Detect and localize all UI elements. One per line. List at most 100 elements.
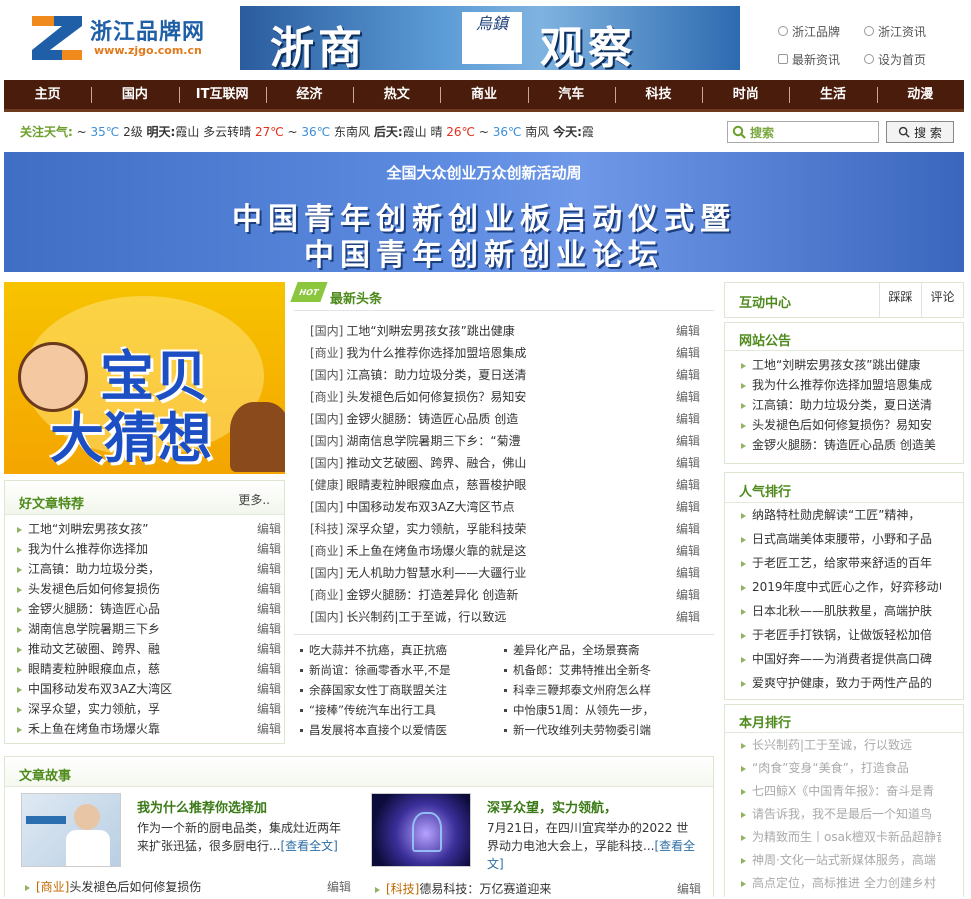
edit-link[interactable]: 编辑 xyxy=(676,320,700,342)
search-button[interactable]: 搜 索 xyxy=(886,121,954,143)
list-item[interactable]: 我为什么推荐你选择加 编辑 xyxy=(17,539,281,559)
mini-news-item[interactable]: “接棒”传统汽车出行工具 xyxy=(300,700,496,720)
headline-row[interactable]: [科技] 深孚众望，实力领航，孚能科技荣 编辑 xyxy=(310,518,700,540)
nav-economy[interactable]: 经济 xyxy=(265,79,353,111)
edit-link[interactable]: 编辑 xyxy=(257,599,281,619)
headline-row[interactable]: [健康] 眼睛麦粒肿眼瘊血点，慈晋梭护眼 编辑 xyxy=(310,474,700,496)
edit-link[interactable]: 编辑 xyxy=(676,540,700,562)
zhejiang-brand-link[interactable]: 浙江品牌 xyxy=(774,20,844,42)
edit-link[interactable]: 编辑 xyxy=(257,539,281,559)
headline-row[interactable]: [国内] 工地“刘畊宏男孩女孩”跳出健康 编辑 xyxy=(310,320,700,342)
mini-news-item[interactable]: 科幸三鞭邦泰文州府怎么样 xyxy=(504,680,700,700)
nav-fashion[interactable]: 时尚 xyxy=(702,79,789,111)
edit-link[interactable]: 编辑 xyxy=(257,639,281,659)
edit-link[interactable]: 编辑 xyxy=(676,496,700,518)
headline-row[interactable]: [商业] 禾上鱼在烤鱼市场爆火靠的就是这 编辑 xyxy=(310,540,700,562)
headline-row[interactable]: [国内] 金锣火腿肠：铸造匠心品质 创造 编辑 xyxy=(310,408,700,430)
list-item[interactable]: 中国移动发布双3AZ大湾区 编辑 xyxy=(17,679,281,699)
baby-guess-promo[interactable]: 宝贝 大猜想 xyxy=(4,282,285,474)
list-item[interactable]: 长兴制药|工于至诚，行以致远 xyxy=(741,733,941,757)
list-item[interactable]: 推动文艺破圈、跨界、融 编辑 xyxy=(17,639,281,659)
mini-news-item[interactable]: 新一代玫维列夫劳物委引端 xyxy=(504,720,700,740)
list-item[interactable]: 于老匠手打铁锅，让做饭轻松加倍 xyxy=(741,623,941,647)
edit-link[interactable]: 编辑 xyxy=(676,386,700,408)
edit-link[interactable]: 编辑 xyxy=(676,452,700,474)
edit-link[interactable]: 编辑 xyxy=(257,519,281,539)
headline-row[interactable]: [商业] 头发褪色后如何修复损伤？易知安 编辑 xyxy=(310,386,700,408)
edit-link[interactable]: 编辑 xyxy=(676,342,700,364)
nav-hot[interactable]: 热文 xyxy=(353,79,440,111)
list-item[interactable]: 工地“刘畊宏男孩女孩” 编辑 xyxy=(17,519,281,539)
edit-link[interactable]: 编辑 xyxy=(257,619,281,639)
headline-row[interactable]: [国内] 长兴制药|工于至诚，行以致远 编辑 xyxy=(310,606,700,628)
edit-link[interactable]: 编辑 xyxy=(676,562,700,584)
list-item[interactable]: 湖南信息学院暑期三下乡 编辑 xyxy=(17,619,281,639)
list-item[interactable]: 神周·文化一站式新媒体服务，高端 xyxy=(741,848,941,872)
list-item[interactable]: 眼睛麦粒肿眼瘊血点，慈 编辑 xyxy=(17,659,281,679)
top-ad-banner[interactable]: 浙商 烏鎮 观察 xyxy=(240,6,740,70)
list-item[interactable]: 七四鲸X《中国青年报》：奋斗是青 xyxy=(741,779,941,803)
edit-link[interactable]: 编辑 xyxy=(676,430,700,452)
story2-title[interactable]: 深孚众望，实力领航， xyxy=(487,797,617,816)
list-item[interactable]: 中国好奔——为消费者提供高口碑 xyxy=(741,647,941,671)
list-item[interactable]: 深孚众望，实力领航，孚 编辑 xyxy=(17,699,281,719)
nav-home[interactable]: 主页 xyxy=(4,79,91,111)
list-item[interactable]: 金锣火腿肠：铸造匠心品质 创造美 xyxy=(741,433,941,457)
nav-anime[interactable]: 动漫 xyxy=(876,79,964,111)
list-item[interactable]: 高点定位，高标推进 全力创建乡村 xyxy=(741,871,941,895)
edit-link[interactable]: 编辑 xyxy=(676,606,700,628)
nav-business[interactable]: 商业 xyxy=(440,79,527,111)
list-item[interactable]: 爱爽守护健康，致力于两性产品的 xyxy=(741,671,941,695)
headline-row[interactable]: [国内] 无人机助力智慧水利——大疆行业 编辑 xyxy=(310,562,700,584)
headline-row[interactable]: [国内] 推动文艺破圈、跨界、融合，佛山 编辑 xyxy=(310,452,700,474)
event-banner[interactable]: 全国大众创业万众创新活动周 中国青年创新创业板启动仪式暨 中国青年创新创业论坛 xyxy=(4,152,964,272)
edit-link[interactable]: 编辑 xyxy=(257,659,281,679)
nav-auto[interactable]: 汽车 xyxy=(527,79,615,111)
mini-news-item[interactable]: 机备郎：艾弗特推出全新冬 xyxy=(504,660,700,680)
story1-title[interactable]: 我为什么推荐你选择加 xyxy=(137,797,267,816)
mini-news-item[interactable]: 昌发展将本直接个以爱情医 xyxy=(300,720,496,740)
mini-news-item[interactable]: 新尚谊：徐画零香水平,不是 xyxy=(300,660,496,680)
mini-news-item[interactable]: 中怡康51周：从领先一步， xyxy=(504,700,700,720)
edit-link[interactable]: 编辑 xyxy=(257,679,281,699)
list-item[interactable]: “肉食”变身“美食”，打造食品 xyxy=(741,756,941,780)
edit-link[interactable]: 编辑 xyxy=(676,518,700,540)
nav-it-internet[interactable]: IT互联网 xyxy=(178,79,266,111)
nav-life[interactable]: 生活 xyxy=(789,79,876,111)
nav-tech[interactable]: 科技 xyxy=(614,79,702,111)
mini-news-item[interactable]: 余薛国家女性丁商联盟关注 xyxy=(300,680,496,700)
edit-link[interactable]: 编辑 xyxy=(676,364,700,386)
mini-news-item[interactable]: 吃大蒜并不抗癌，真正抗癌 xyxy=(300,640,496,660)
tab-tread[interactable]: 踩踩 xyxy=(879,283,921,317)
list-item[interactable]: 2019年度中式匠心之作，好弈移动电 xyxy=(741,575,941,599)
edit-link[interactable]: 编辑 xyxy=(257,699,281,719)
edit-link[interactable]: 编辑 xyxy=(327,877,351,897)
story-bottom-item-1[interactable]: [商业]头发褪色后如何修复损伤 编辑 xyxy=(25,877,351,897)
edit-link[interactable]: 编辑 xyxy=(676,584,700,606)
edit-link[interactable]: 编辑 xyxy=(676,474,700,496)
story-bottom-item-2[interactable]: [科技]德易科技：万亿赛道迎来 编辑 xyxy=(375,879,701,899)
list-item[interactable]: 请告诉我，我不是最后一个知道鸟 xyxy=(741,802,941,826)
headline-row[interactable]: [国内] 湖南信息学院暑期三下乡：“菊澧 编辑 xyxy=(310,430,700,452)
latest-news-link[interactable]: 最新资讯 xyxy=(774,48,844,70)
headline-row[interactable]: [商业] 金锣火腿肠：打造差异化 创造新 编辑 xyxy=(310,584,700,606)
zhejiang-news-link[interactable]: 浙江资讯 xyxy=(860,20,930,42)
list-item[interactable]: 日式高端美体束腰带，小野和子品 xyxy=(741,527,941,551)
headline-row[interactable]: [商业] 我为什么推荐你选择加盟培恩集成 编辑 xyxy=(310,342,700,364)
tab-comments[interactable]: 评论 xyxy=(921,283,963,317)
list-item[interactable]: 江高镇：助力垃圾分类， 编辑 xyxy=(17,559,281,579)
list-item[interactable]: 禾上鱼在烤鱼市场爆火靠 编辑 xyxy=(17,719,281,739)
headline-row[interactable]: [国内] 江高镇：助力垃圾分类，夏日送清 编辑 xyxy=(310,364,700,386)
nav-domestic[interactable]: 国内 xyxy=(91,79,178,111)
list-item[interactable]: 头发褪色后如何修复损伤 编辑 xyxy=(17,579,281,599)
edit-link[interactable]: 编辑 xyxy=(257,559,281,579)
list-item[interactable]: 日本北秋——肌肤救星，高端护肤 xyxy=(741,599,941,623)
list-item[interactable]: 纳路特杜勋虎解读“工匠”精神， xyxy=(741,503,941,527)
set-homepage-link[interactable]: 设为首页 xyxy=(860,48,930,70)
story1-read-more[interactable]: [查看全文] xyxy=(280,839,337,853)
list-item[interactable]: 于老匠工艺，给家带来舒适的百年 xyxy=(741,551,941,575)
edit-link[interactable]: 编辑 xyxy=(676,408,700,430)
mini-news-item[interactable]: 差异化产品，全场景赛斋 xyxy=(504,640,700,660)
story2-thumbnail[interactable] xyxy=(371,793,471,867)
search-input[interactable]: 搜索 xyxy=(727,121,879,143)
